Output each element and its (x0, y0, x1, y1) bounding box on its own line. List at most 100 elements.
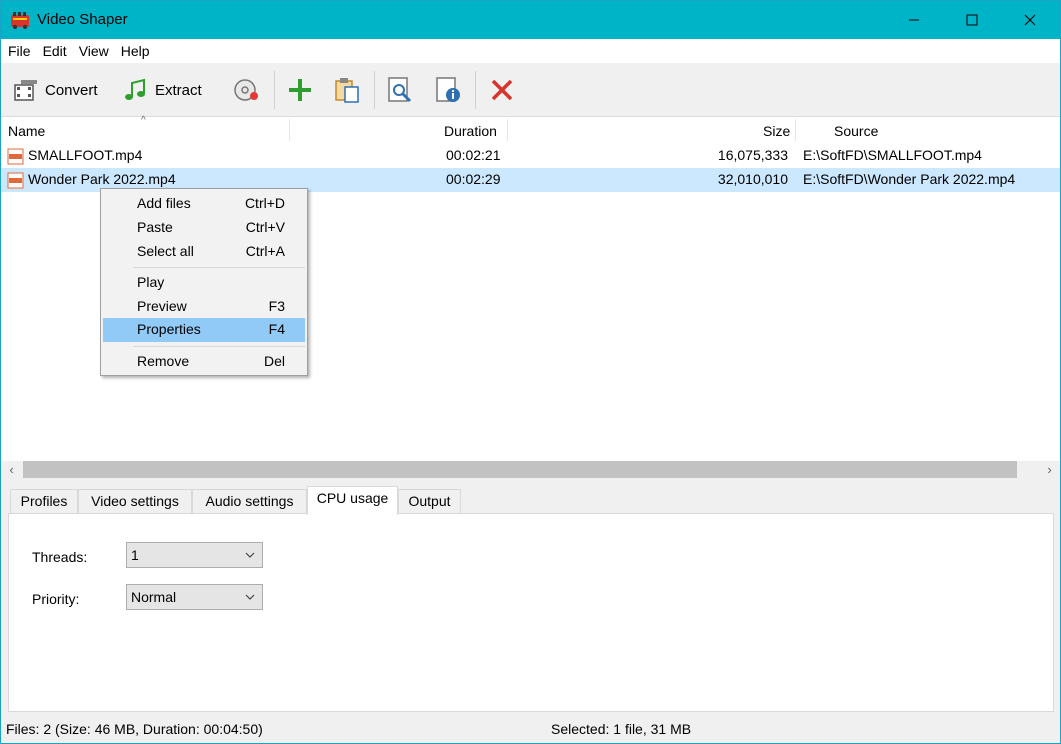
close-button[interactable] (1007, 1, 1053, 39)
column-header-source[interactable]: Source (834, 117, 878, 143)
ctx-properties[interactable]: Properties F4 (103, 318, 305, 342)
minimize-icon (909, 19, 919, 21)
minimize-button[interactable] (891, 1, 937, 39)
menu-help[interactable]: Help (116, 39, 155, 63)
remove-button[interactable] (488, 71, 516, 109)
properties-button[interactable] (434, 71, 462, 109)
menu-edit[interactable]: Edit (38, 39, 72, 63)
ctx-shortcut: F4 (268, 321, 285, 337)
row-source: E:\SoftFD\SMALLFOOT.mp4 (803, 147, 982, 163)
extract-icon (125, 78, 145, 100)
ctx-label: Properties (137, 321, 201, 337)
ctx-paste[interactable]: Paste Ctrl+V (103, 216, 305, 240)
ctx-add-files[interactable]: Add files Ctrl+D (103, 192, 305, 216)
disc-record-icon (234, 79, 258, 101)
ctx-shortcut: Del (263, 353, 285, 369)
ctx-label: Add files (137, 195, 191, 211)
preview-icon (388, 77, 412, 103)
toolbar: Convert Extract (1, 63, 1060, 117)
ctx-remove[interactable]: Remove Del (103, 350, 305, 374)
ctx-shortcut: F3 (268, 298, 285, 314)
chevron-down-icon (245, 594, 255, 600)
row-name: Wonder Park 2022.mp4 (28, 171, 176, 187)
convert-label: Convert (45, 81, 98, 99)
paste-button[interactable] (333, 71, 361, 109)
ctx-play[interactable]: Play (103, 271, 305, 295)
video-file-icon (7, 148, 24, 165)
menu-bar: File Edit View Help (1, 39, 1060, 63)
column-divider[interactable] (507, 119, 508, 141)
status-selection-summary: Selected: 1 file, 31 MB (551, 721, 692, 737)
remove-icon (491, 79, 513, 101)
tab-output[interactable]: Output (398, 489, 461, 514)
close-icon (1024, 14, 1036, 26)
threads-value: 1 (131, 547, 139, 563)
row-duration: 00:02:29 (446, 171, 501, 187)
threads-label: Threads: (32, 549, 88, 565)
row-source: E:\SoftFD\Wonder Park 2022.mp4 (803, 171, 1016, 187)
priority-label: Priority: (32, 591, 80, 607)
tab-cpu-usage[interactable]: CPU usage (307, 486, 398, 515)
ctx-separator (133, 346, 305, 347)
maximize-icon (966, 14, 978, 26)
toolbar-separator (374, 71, 375, 109)
cpu-usage-panel: Threads: 1 Priority: Normal (8, 513, 1054, 712)
tab-profiles[interactable]: Profiles (10, 489, 78, 514)
horizontal-scrollbar[interactable]: ‹ › (1, 461, 1060, 478)
main-window: Video Shaper File Edit View Help Convert (0, 0, 1061, 744)
priority-select[interactable]: Normal (126, 584, 263, 610)
context-menu: Add files Ctrl+D Paste Ctrl+V Select all… (100, 188, 308, 376)
window-title: Video Shaper (37, 11, 128, 28)
convert-icon (14, 80, 37, 101)
column-divider[interactable] (795, 119, 796, 141)
scrollbar-thumb[interactable] (23, 461, 1017, 478)
scroll-left-icon[interactable]: ‹ (3, 461, 20, 478)
ctx-label: Select all (137, 243, 194, 259)
app-icon (11, 12, 29, 29)
title-bar[interactable]: Video Shaper (1, 1, 1060, 39)
row-duration: 00:02:21 (446, 147, 501, 163)
ctx-preview[interactable]: Preview F3 (103, 295, 305, 319)
table-row[interactable]: SMALLFOOT.mp4 00:02:21 16,075,333 E:\Sof… (1, 144, 1060, 168)
ctx-select-all[interactable]: Select all Ctrl+A (103, 240, 305, 264)
scroll-right-icon[interactable]: › (1041, 461, 1058, 478)
row-size: 32,010,010 (717, 171, 788, 187)
add-icon (289, 79, 311, 101)
tab-video-settings[interactable]: Video settings (78, 489, 192, 514)
column-divider[interactable] (289, 119, 290, 141)
row-size: 16,075,333 (717, 147, 788, 163)
status-files-summary: Files: 2 (Size: 46 MB, Duration: 00:04:5… (6, 721, 263, 737)
ctx-shortcut: Ctrl+D (244, 195, 285, 211)
ctx-label: Remove (137, 353, 190, 369)
priority-value: Normal (131, 589, 177, 605)
video-file-icon (7, 172, 24, 189)
menu-view[interactable]: View (74, 39, 114, 63)
column-header-size[interactable]: Size (763, 117, 790, 143)
maximize-button[interactable] (949, 1, 995, 39)
sort-up-icon: ^ (141, 115, 146, 126)
ctx-label: Preview (137, 298, 187, 314)
ctx-label: Play (137, 274, 165, 290)
tab-audio-settings[interactable]: Audio settings (192, 489, 307, 514)
menu-file[interactable]: File (3, 39, 36, 63)
ctx-separator (133, 267, 305, 268)
ctx-shortcut: Ctrl+A (245, 243, 285, 259)
column-header-name[interactable]: Name (8, 117, 45, 143)
properties-icon (436, 77, 460, 102)
ctx-label: Paste (137, 219, 173, 235)
preview-button[interactable] (386, 71, 414, 109)
add-button[interactable] (286, 71, 314, 109)
status-bar: Files: 2 (Size: 46 MB, Duration: 00:04:5… (1, 713, 1060, 743)
disc-record-button[interactable] (233, 71, 261, 109)
threads-select[interactable]: 1 (126, 542, 263, 568)
paste-icon (335, 78, 359, 103)
column-header-duration[interactable]: Duration (444, 117, 497, 143)
extract-button[interactable]: Extract (123, 71, 202, 109)
row-name: SMALLFOOT.mp4 (28, 147, 143, 163)
toolbar-separator (274, 71, 275, 109)
toolbar-separator (475, 71, 476, 109)
extract-label: Extract (155, 81, 202, 99)
chevron-down-icon (245, 552, 255, 558)
convert-button[interactable]: Convert (13, 71, 98, 109)
ctx-shortcut: Ctrl+V (245, 219, 285, 235)
